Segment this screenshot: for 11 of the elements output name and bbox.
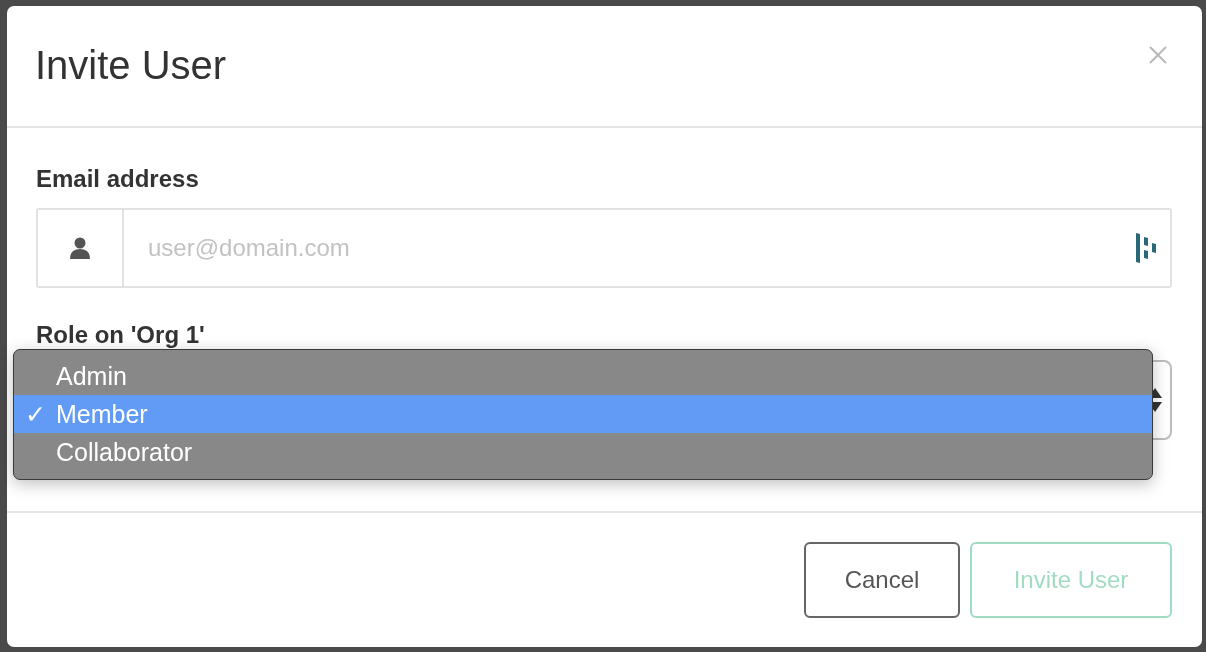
menu-item[interactable]: Collaborator [14, 433, 1152, 471]
email-input-group[interactable]: user@domain.com [36, 208, 1172, 288]
dialog-title: Invite User [35, 42, 227, 88]
menu-item[interactable]: ✓ Member [14, 395, 1152, 433]
menu-item[interactable]: Admin [14, 357, 1152, 395]
field-label: Email address [36, 164, 199, 194]
cancel-button[interactable]: Cancel [804, 542, 960, 618]
user-icon [70, 237, 90, 259]
email-field[interactable]: user@domain.com [124, 210, 1136, 286]
field-label: Role on 'Org 1' [36, 320, 205, 350]
password-manager-icon[interactable] [1136, 233, 1158, 263]
